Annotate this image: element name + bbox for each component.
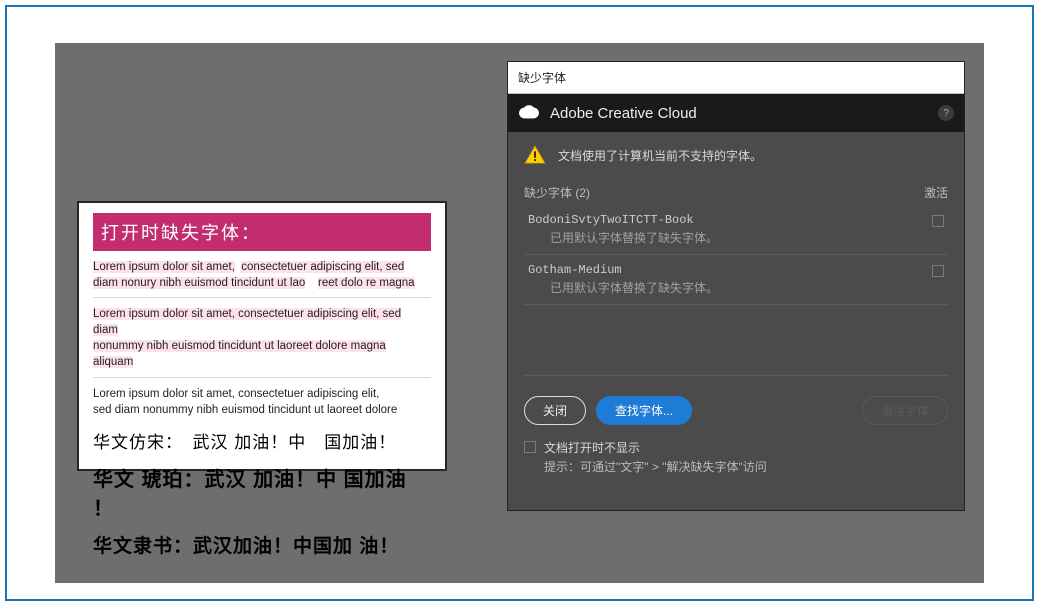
creative-cloud-icon [518, 102, 540, 124]
activate-checkbox[interactable] [932, 215, 944, 227]
font-status: 已用默认字体替换了缺失字体。 [528, 229, 718, 246]
warning-message: 文档使用了计算机当前不支持的字体。 [558, 147, 762, 164]
font-row: BodoniSvtyTwoITCTT-Book 已用默认字体替换了缺失字体。 [524, 207, 948, 252]
dont-show-checkbox[interactable] [524, 441, 536, 453]
font-row: Gotham-Medium 已用默认字体替换了缺失字体。 [524, 257, 948, 302]
close-button[interactable]: 关闭 [524, 396, 586, 425]
creative-cloud-header: Adobe Creative Cloud ? [508, 94, 964, 132]
brand-label: Adobe Creative Cloud [550, 105, 697, 122]
font-status: 已用默认字体替换了缺失字体。 [528, 279, 718, 296]
footer-hint: 提示：可通过"文字" > "解决缺失字体"访问 [544, 458, 948, 475]
chinese-line-1: 华文仿宋： 武汉 加油！中 国加油！ [93, 428, 431, 453]
document-title-bar: 打开时缺失字体： [93, 213, 431, 251]
document-preview: 打开时缺失字体： Lorem ipsum dolor sit amet, con… [77, 201, 447, 471]
activate-fonts-button: 激活字体 [862, 396, 948, 425]
doc-paragraph-2: Lorem ipsum dolor sit amet, consectetuer… [93, 306, 431, 370]
doc-paragraph-3: Lorem ipsum dolor sit amet, consectetuer… [93, 386, 431, 418]
dont-show-label: 文档打开时不显示 [544, 439, 640, 456]
fonts-list-title: 缺少字体 (2) [524, 184, 590, 201]
font-name: Gotham-Medium [528, 263, 718, 277]
warning-icon [524, 144, 546, 166]
chinese-line-3: 华文隶书：武汉加油！中国加 油！ [93, 531, 431, 558]
chinese-line-2: 华文 琥珀：武汉 加油！中 国加油 ！ [93, 463, 431, 521]
help-icon[interactable]: ? [938, 105, 954, 121]
activate-column-header: 激活 [924, 184, 948, 201]
dialog-titlebar: 缺少字体 [508, 62, 964, 94]
doc-paragraph-1: Lorem ipsum dolor sit amet, consectetuer… [93, 259, 431, 291]
font-name: BodoniSvtyTwoITCTT-Book [528, 213, 718, 227]
missing-fonts-dialog: 缺少字体 Adobe Creative Cloud ? 文档使用了计算机当前不支… [507, 61, 965, 511]
find-fonts-button[interactable]: 查找字体... [596, 396, 692, 425]
activate-checkbox[interactable] [932, 265, 944, 277]
